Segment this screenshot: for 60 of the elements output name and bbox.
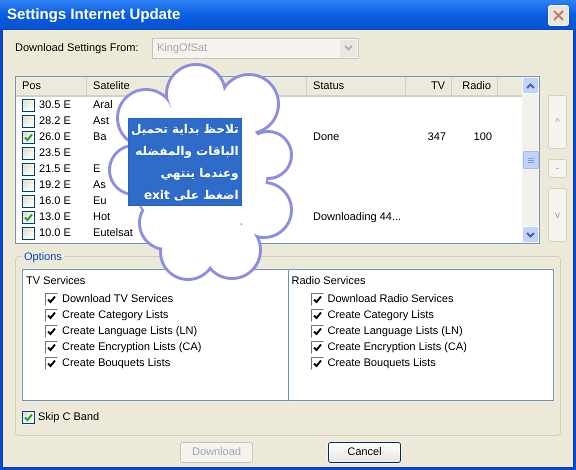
checkbox[interactable] — [22, 162, 35, 176]
table-cell-text: 10.0 E — [39, 226, 71, 241]
option-label: Create Category Lists — [328, 308, 434, 323]
table-cell-text: 30.5 E — [39, 98, 71, 113]
table-cell-text: Done — [313, 130, 340, 145]
column-header[interactable]: Status — [313, 78, 344, 94]
callout-text: تلاحظ بداية تحميل الباقات والمفضله وعندما ينتهي اضغط على exit — [128, 118, 242, 206]
checkbox[interactable] — [22, 226, 35, 240]
checkbox[interactable] — [22, 178, 35, 192]
option-label: Create Encryption Lists (CA) — [62, 340, 202, 355]
scrollbar[interactable] — [522, 77, 539, 243]
scroll-thumb-icon[interactable] — [522, 151, 538, 169]
option-label: Download TV Services — [62, 292, 174, 307]
table-cell-text: Downloading 44... — [313, 210, 402, 225]
option-label: Download Radio Services — [328, 292, 454, 307]
checkbox[interactable] — [22, 98, 35, 112]
option-label: Create Bouquets Lists — [62, 356, 170, 371]
table-cell-text: Ba — [93, 130, 106, 145]
table-cell-text: As — [93, 178, 106, 193]
close-button[interactable] — [548, 4, 569, 26]
scroll-up-icon[interactable] — [522, 77, 539, 94]
table-cell-text: 23.5 E — [39, 146, 71, 161]
checkbox[interactable] — [22, 210, 35, 224]
source-label: Download Settings From: — [15, 40, 140, 56]
table-cell-text: 28.2 E — [39, 114, 71, 129]
group-title: TV Services — [26, 274, 86, 289]
table-cell-text: 19.2 E — [39, 178, 71, 193]
table-cell-text: Ast — [93, 114, 109, 129]
table-cell-text: 21.5 E — [39, 162, 71, 177]
column-header[interactable]: Satelite — [93, 78, 130, 94]
table-cell-text: Eu — [93, 194, 106, 209]
checkbox[interactable] — [22, 130, 35, 144]
table-cell-text: Hot — [93, 210, 110, 225]
table-cell-text: E — [93, 162, 100, 177]
checkbox[interactable] — [22, 410, 35, 424]
checkbox[interactable] — [22, 114, 35, 128]
dialog-button[interactable]: Cancel — [328, 442, 401, 463]
group-title: Radio Services — [292, 274, 366, 289]
window-title: Settings Internet Update — [7, 4, 180, 25]
option-label: Create Encryption Lists (CA) — [328, 340, 467, 355]
option-label: Create Bouquets Lists — [328, 356, 436, 371]
option-label: Create Category Lists — [62, 308, 168, 323]
close-icon — [553, 10, 564, 20]
table-cell-text: 16.0 E — [39, 194, 71, 209]
column-header[interactable]: TV — [430, 78, 445, 94]
option-label: Create Language Lists (LN) — [328, 324, 463, 339]
column-header[interactable]: Pos — [22, 78, 41, 94]
table-cell-text: 13.0 E — [39, 210, 71, 225]
table-cell-text: 26.0 E — [39, 130, 71, 145]
table-cell-text: Eutelsat — [93, 226, 133, 241]
checkbox[interactable] — [22, 146, 35, 160]
options-legend: Options — [22, 249, 64, 266]
table-cell-text: 347 — [428, 130, 446, 145]
option-label: Create Language Lists (LN) — [62, 324, 198, 339]
column-header[interactable]: Radio — [462, 78, 491, 94]
checkbox[interactable] — [22, 194, 35, 208]
table-cell-text: Aral — [93, 98, 113, 113]
option-label: Skip C Band — [38, 410, 100, 425]
table-cell-text: 100 — [474, 130, 492, 145]
scroll-down-icon[interactable] — [522, 226, 539, 243]
